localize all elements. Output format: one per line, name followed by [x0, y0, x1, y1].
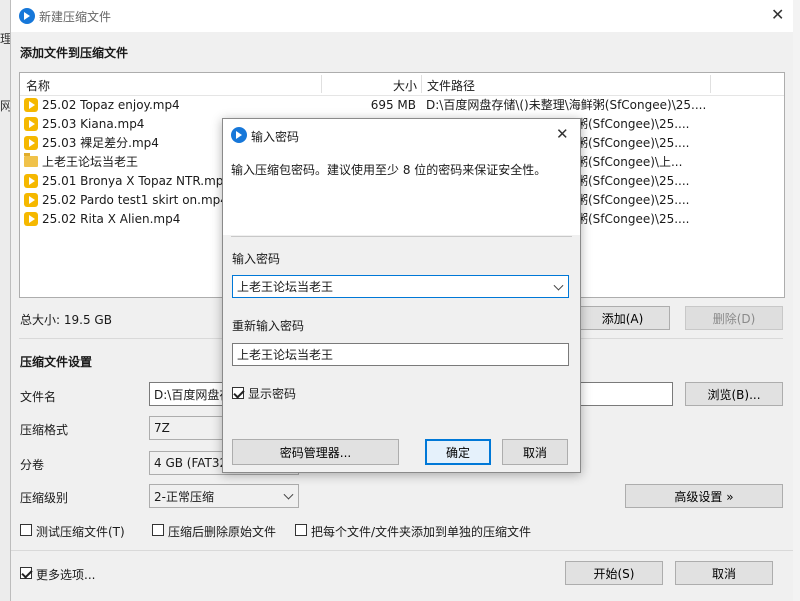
list-item[interactable]: 25.02 Topaz enjoy.mp4 695 MB D:\百度网盘存储\(… — [20, 96, 784, 115]
reenter-password-label: 重新输入密码 — [232, 319, 305, 333]
file-path: 粥(SfCongee)\25.... — [576, 174, 690, 188]
video-icon — [24, 193, 38, 207]
ok-button[interactable]: 确定 — [425, 439, 491, 465]
test-archive-checkbox[interactable] — [20, 524, 32, 536]
column-divider — [710, 75, 711, 93]
file-path: 粥(SfCongee)\25.... — [576, 193, 690, 207]
delete-button[interactable]: 删除(D) — [685, 306, 783, 330]
file-path: D:\百度网盘存储\()未整理\海鲜粥(SfCongee)\25.... — [426, 98, 706, 112]
section-add-title: 添加文件到压缩文件 — [20, 46, 129, 60]
password-input[interactable]: 上老王论坛当老王 — [232, 275, 569, 298]
app-icon — [231, 127, 247, 143]
settings-title: 压缩文件设置 — [20, 355, 93, 369]
show-password-label[interactable]: 显示密码 — [248, 385, 296, 402]
dialog-title: 输入密码 — [251, 130, 300, 144]
column-size[interactable]: 大小 — [393, 77, 417, 94]
password-value: 上老王论坛当老王 — [237, 280, 334, 294]
window-title: 新建压缩文件 — [39, 10, 112, 24]
browse-button[interactable]: 浏览(B)... — [685, 382, 783, 406]
video-icon — [24, 174, 38, 188]
more-options-checkbox[interactable] — [20, 567, 32, 579]
background-left-strip — [0, 0, 10, 601]
show-password-checkbox[interactable] — [232, 387, 244, 399]
folder-icon — [24, 153, 38, 167]
file-name: 25.02 Topaz enjoy.mp4 — [42, 98, 180, 112]
start-button[interactable]: 开始(S) — [565, 561, 663, 585]
separate-archives-label[interactable]: 把每个文件/文件夹添加到单独的压缩文件 — [311, 523, 531, 540]
advanced-settings-button[interactable]: 高级设置 » — [625, 484, 783, 508]
total-size: 总大小: 19.5 GB — [20, 313, 112, 327]
chevron-down-icon[interactable] — [553, 280, 564, 291]
password-label: 输入密码 — [232, 252, 281, 266]
test-archive-label[interactable]: 测试压缩文件(T) — [36, 523, 125, 540]
format-label: 压缩格式 — [20, 423, 69, 437]
column-divider — [421, 75, 422, 93]
add-button[interactable]: 添加(A) — [575, 306, 670, 330]
file-size: 695 MB — [370, 98, 416, 112]
password-dialog: 输入密码 ✕ 输入压缩包密码。建议使用至少 8 位的密码来保证安全性。 输入密码… — [222, 118, 581, 473]
file-path: 粥(SfCongee)\上... — [576, 155, 683, 169]
format-value: 7Z — [154, 421, 170, 435]
dialog-title-bar: 输入密码 ✕ — [223, 119, 580, 151]
column-name[interactable]: 名称 — [26, 77, 50, 94]
cancel-button[interactable]: 取消 — [675, 561, 773, 585]
background-right-strip — [792, 0, 800, 601]
dialog-description: 输入压缩包密码。建议使用至少 8 位的密码来保证安全性。 — [231, 163, 547, 177]
title-bar: 新建压缩文件 ✕ — [11, 0, 793, 32]
video-icon — [24, 136, 38, 150]
video-icon — [24, 98, 38, 112]
file-path: 粥(SfCongee)\25.... — [576, 212, 690, 226]
file-path: 粥(SfCongee)\25.... — [576, 117, 690, 131]
volume-value: 4 GB (FAT32 — [154, 456, 228, 470]
reenter-password-input[interactable]: 上老王论坛当老王 — [232, 343, 569, 366]
password-manager-button[interactable]: 密码管理器... — [232, 439, 399, 465]
close-icon[interactable]: ✕ — [556, 125, 569, 143]
column-path[interactable]: 文件路径 — [427, 77, 475, 94]
video-icon — [24, 212, 38, 226]
close-icon[interactable]: ✕ — [771, 5, 784, 24]
volume-label: 分卷 — [20, 458, 45, 472]
level-select[interactable]: 2-正常压缩 — [149, 484, 299, 508]
delete-source-checkbox[interactable] — [152, 524, 164, 536]
video-icon — [24, 117, 38, 131]
divider — [231, 236, 572, 237]
dialog-cancel-button[interactable]: 取消 — [502, 439, 568, 465]
level-value: 2-正常压缩 — [154, 489, 214, 504]
divider — [11, 550, 793, 551]
dialog-description-area: 输入压缩包密码。建议使用至少 8 位的密码来保证安全性。 — [223, 151, 580, 235]
column-divider — [321, 75, 322, 93]
list-header: 名称 大小 文件路径 — [20, 73, 784, 96]
level-label: 压缩级别 — [20, 491, 69, 505]
filename-label: 文件名 — [20, 390, 57, 404]
app-icon — [19, 8, 35, 24]
more-options-label[interactable]: 更多选项... — [36, 566, 95, 583]
file-path: 粥(SfCongee)\25.... — [576, 136, 690, 150]
chevron-down-icon — [283, 489, 294, 500]
separate-archives-checkbox[interactable] — [295, 524, 307, 536]
delete-source-label[interactable]: 压缩后删除原始文件 — [168, 523, 276, 540]
